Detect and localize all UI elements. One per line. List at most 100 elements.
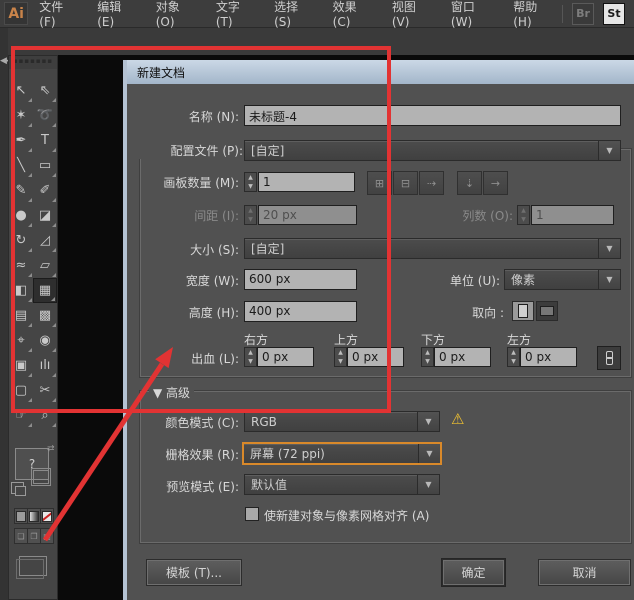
orientation-portrait-button[interactable] <box>512 301 534 321</box>
tool-blend[interactable]: ◉ <box>33 328 57 353</box>
tool-gradient[interactable]: ▩ <box>33 303 57 328</box>
menu-item-menu-type[interactable]: 文字(T) <box>205 0 263 29</box>
tool-selection[interactable]: ↖ <box>9 78 33 103</box>
draw-normal-button[interactable]: ❏ <box>15 529 28 543</box>
tool-hand[interactable]: ☞ <box>9 403 33 428</box>
menu-item-menu-edit[interactable]: 编辑(E) <box>86 0 145 29</box>
color-button[interactable] <box>15 509 28 523</box>
dialog-title: 新建文档 <box>137 65 186 80</box>
menu-item-menu-help[interactable]: 帮助(H) <box>502 0 562 29</box>
layout-grid-by-row[interactable]: ⊞ <box>367 171 392 195</box>
raster-effects-dropdown[interactable]: 屏幕 (72 ppi) ▼ <box>242 442 442 465</box>
layout-arrange-by-column[interactable]: ⇣ <box>457 171 482 195</box>
tool-rectangle[interactable]: ▭ <box>33 153 57 178</box>
tool-flyout-corner <box>52 248 56 252</box>
tool-paintbrush[interactable]: ✎ <box>9 178 33 203</box>
tool-column-graph[interactable]: ılı <box>33 353 57 378</box>
screen-mode-button[interactable] <box>16 556 47 579</box>
swap-fill-stroke-icon[interactable]: ⇄ <box>47 444 55 454</box>
draw-behind-button[interactable]: ❐ <box>28 529 41 543</box>
layout-grid-by-column[interactable]: ⊟ <box>393 171 418 195</box>
artboards-input[interactable]: 1 <box>258 172 355 192</box>
width-input[interactable]: 600 px <box>244 269 357 290</box>
default-fill-stroke-icon[interactable] <box>11 482 26 496</box>
selection-icon: ↖ <box>15 83 27 98</box>
bleed-stepper[interactable]: ▲ ▼ <box>507 347 520 367</box>
menu-item-menu-view[interactable]: 视图(V) <box>381 0 440 29</box>
tool-width-tool[interactable]: ≈ <box>9 253 33 278</box>
tool-zoom[interactable]: ⌕ <box>33 403 57 428</box>
tool-rotate[interactable]: ↻ <box>9 228 33 253</box>
bleed-group-bleed-left: 左方 ▲ ▼ 0 px <box>507 331 587 369</box>
tool-symbol-sprayer[interactable]: ▣ <box>9 353 33 378</box>
cancel-button[interactable]: 取消 <box>538 559 631 586</box>
profile-dropdown[interactable]: [自定] ▼ <box>244 140 621 161</box>
tool-direct-selection[interactable]: ⇖ <box>33 78 57 103</box>
bridge-icon[interactable]: Br <box>572 2 594 25</box>
bleed-input[interactable]: 0 px <box>520 347 577 367</box>
ok-button[interactable]: 确定 <box>442 559 505 586</box>
layout-arrange-by-row[interactable]: ⇢ <box>419 171 444 195</box>
tool-artboard[interactable]: ▢ <box>9 378 33 403</box>
layout-change-layout-direction[interactable]: → <box>483 171 508 195</box>
grid-by-column-icon: ⊟ <box>400 176 411 190</box>
bleed-stepper[interactable]: ▲ ▼ <box>244 347 257 367</box>
menu-item-menu-effect[interactable]: 效果(C) <box>322 0 381 29</box>
tool-pencil[interactable]: ✐ <box>33 178 57 203</box>
none-button[interactable] <box>41 509 53 523</box>
bleed-stepper[interactable]: ▲ ▼ <box>334 347 347 367</box>
tool-free-transform[interactable]: ▱ <box>33 253 57 278</box>
tool-magic-wand[interactable]: ✶ <box>9 103 33 128</box>
color-mode-dropdown[interactable]: RGB ▼ <box>244 411 440 432</box>
preview-mode-dropdown[interactable]: 默认值 ▼ <box>244 474 440 495</box>
bleed-input[interactable]: 0 px <box>257 347 314 367</box>
advanced-expander[interactable]: ▼ 高级 <box>149 384 195 401</box>
menu-item-menu-object[interactable]: 对象(O) <box>145 0 205 29</box>
change-layout-direction-icon: → <box>490 176 501 190</box>
tool-eyedropper[interactable]: ⌖ <box>9 328 33 353</box>
bleed-stepper[interactable]: ▲ ▼ <box>421 347 434 367</box>
spacing-input: 20 px <box>258 205 357 225</box>
tool-mesh[interactable]: ▤ <box>9 303 33 328</box>
link-bleed-values-button[interactable] <box>597 346 621 370</box>
tool-eraser[interactable]: ◪ <box>33 203 57 228</box>
tool-flyout-corner <box>28 148 32 152</box>
gradient-button[interactable] <box>28 509 41 523</box>
tool-perspective-grid[interactable]: ▦ <box>33 278 57 303</box>
pen-icon: ✒ <box>15 133 27 148</box>
stock-icon[interactable]: St <box>603 2 625 25</box>
tool-flyout-corner <box>51 297 55 301</box>
menu-item-menu-window[interactable]: 窗口(W) <box>440 0 502 29</box>
perspective-grid-icon: ▦ <box>38 283 52 298</box>
tool-blob-brush[interactable]: ● <box>9 203 33 228</box>
menu-item-menu-file[interactable]: 文件(F) <box>28 0 86 29</box>
artboards-stepper[interactable]: ▲ ▼ <box>244 172 257 192</box>
menu-item-menu-select[interactable]: 选择(S) <box>263 0 322 29</box>
tool-pen[interactable]: ✒ <box>9 128 33 153</box>
size-dropdown[interactable]: [自定] ▼ <box>244 238 621 259</box>
height-input[interactable]: 400 px <box>244 301 357 322</box>
bleed-input[interactable]: 0 px <box>434 347 491 367</box>
draw-inside-button[interactable]: ▣ <box>41 529 53 543</box>
stroke-color-swatch[interactable] <box>31 468 51 486</box>
bleed-input[interactable]: 0 px <box>347 347 404 367</box>
tool-shape-builder[interactable]: ◧ <box>9 278 33 303</box>
dropdown-arrow-icon: ▼ <box>598 239 620 258</box>
units-dropdown[interactable]: 像素 ▼ <box>504 269 621 290</box>
tool-flyout-corner <box>52 123 56 127</box>
dialog-titlebar[interactable]: 新建文档 <box>127 60 634 84</box>
template-button[interactable]: 模板 (T)... <box>146 559 242 586</box>
name-input[interactable]: 未标题-4 <box>244 105 621 126</box>
align-pixel-grid-checkbox[interactable] <box>245 507 259 521</box>
orientation-landscape-button[interactable] <box>536 301 558 321</box>
tool-type[interactable]: T <box>33 128 57 153</box>
panel-grip[interactable]: ▪▪▪▪▪▪▪ <box>9 56 57 69</box>
tool-scale[interactable]: ◿ <box>33 228 57 253</box>
eraser-icon: ◪ <box>38 208 52 223</box>
tool-slice[interactable]: ✂ <box>33 378 57 403</box>
tool-line-segment[interactable]: ╲ <box>9 153 33 178</box>
color-type-buttons <box>14 508 54 524</box>
toolbar-bottom-controls: ? ⇄ ❏ ❐ ▣ <box>9 444 57 579</box>
tool-lasso[interactable]: ➰ <box>33 103 57 128</box>
symbol-sprayer-icon: ▣ <box>14 358 28 373</box>
